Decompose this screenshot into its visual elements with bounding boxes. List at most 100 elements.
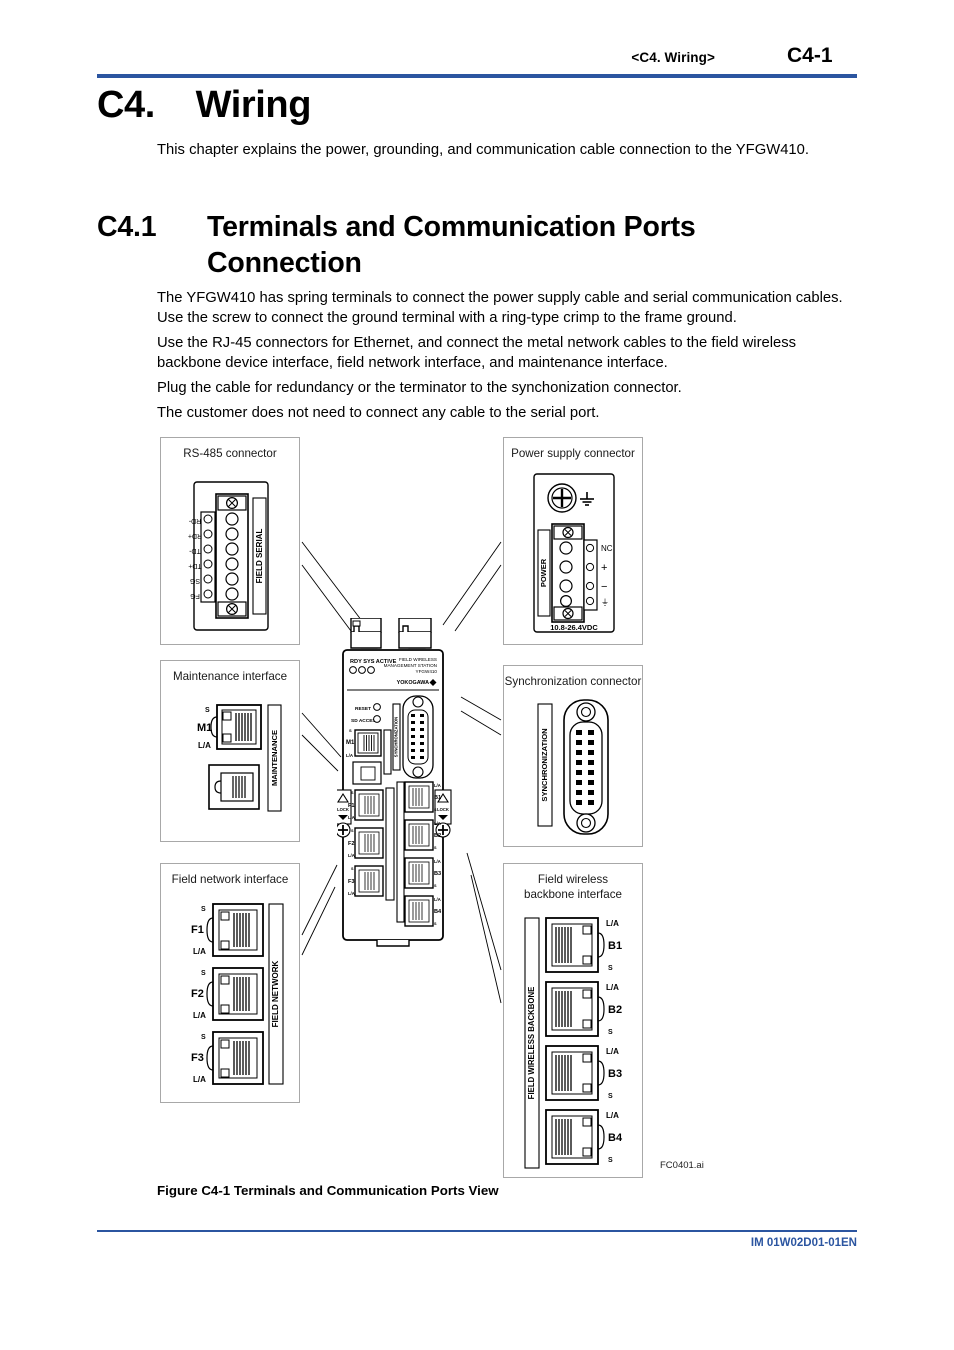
device-m1-led-la: L/A bbox=[346, 753, 354, 758]
rs485-terminal-5: FG bbox=[190, 592, 200, 599]
callout-backbone-label: Field wireless backbone interface bbox=[504, 873, 642, 903]
backbone-b2-led-la: L/A bbox=[606, 983, 619, 992]
device-b4-led-la: L/A bbox=[434, 897, 441, 902]
fieldnet-f1-name: F1 bbox=[191, 924, 204, 936]
callout-power-label: Power supply connector bbox=[511, 447, 635, 460]
device-b3-led-la: L/A bbox=[434, 859, 441, 864]
backbone-b3-led-la: L/A bbox=[606, 1047, 619, 1056]
device-b1-led-la: L/A bbox=[434, 783, 441, 788]
yfgw410-device-drawing: RDY SYS ACTIVE FIELD WIRELESS MANAGEMENT… bbox=[337, 618, 452, 947]
fieldnet-f3-name: F3 bbox=[191, 1052, 204, 1064]
device-f3-name: F3 bbox=[348, 879, 355, 885]
rs485-side-label: FIELD SERIAL bbox=[255, 529, 264, 584]
maintenance-led-la: L/A bbox=[198, 741, 211, 750]
rs485-terminal-4: SG bbox=[190, 577, 200, 584]
rj45-plug-outline bbox=[208, 764, 260, 810]
device-b1-name: B1 bbox=[434, 795, 441, 801]
fieldnet-f3-led-la: L/A bbox=[193, 1075, 206, 1084]
device-b2-led-la: L/A bbox=[434, 821, 441, 826]
callout-backbone-interface: Field wireless backbone interface FIELD … bbox=[503, 863, 643, 1178]
callout-maintenance-label: Maintenance interface bbox=[172, 670, 288, 683]
rj45-port-m1 bbox=[210, 704, 262, 750]
fieldnet-f2-led-la: L/A bbox=[193, 1011, 206, 1020]
device-m1-name: M1 bbox=[346, 740, 355, 746]
callout-field-network-interface: Field network interface S F1 L/A S F2 L/… bbox=[160, 863, 300, 1103]
power-side-label: POWER bbox=[539, 558, 548, 587]
footer-document-number: IM 01W02D01-01EN bbox=[750, 1237, 857, 1249]
backbone-interface-drawing: FIELD WIRELESS BACKBONE L/A B1 S L/A B2 … bbox=[524, 917, 623, 1169]
backbone-b2-led-s: S bbox=[608, 1029, 613, 1036]
device-f2-name: F2 bbox=[348, 841, 355, 847]
footer-divider-rule bbox=[97, 1230, 857, 1232]
rs485-terminal-3: TD+ bbox=[188, 562, 201, 569]
body-paragraph-4: The customer does not need to connect an… bbox=[157, 405, 600, 421]
backbone-b1-led-la: L/A bbox=[606, 919, 619, 928]
fieldnet-f3-led-s: S bbox=[201, 1034, 206, 1041]
device-f2-led-la: L/A bbox=[348, 853, 355, 858]
body-paragraph-3: Plug the cable for redundancy or the ter… bbox=[157, 380, 682, 396]
callout-synchronization-connector: Synchronization connector SYNCHRONIZATIO… bbox=[503, 665, 643, 847]
device-product-model: YFGW410 bbox=[416, 669, 438, 674]
power-voltage-rating: 10.8-26.4VDC bbox=[550, 623, 598, 632]
fieldnet-f2-name: F2 bbox=[191, 988, 204, 1000]
maintenance-led-s: S bbox=[205, 707, 210, 714]
backbone-b1-name: B1 bbox=[608, 940, 622, 952]
device-lock-label-right: LOCK bbox=[437, 807, 449, 812]
device-front-view: RDY SYS ACTIVE FIELD WIRELESS MANAGEMENT… bbox=[337, 618, 467, 948]
power-terminal-2: − bbox=[601, 581, 607, 593]
backbone-b1-led-s: S bbox=[608, 965, 613, 972]
page-header: <C4. Wiring> C4-1 bbox=[97, 44, 857, 68]
backbone-b4-name: B4 bbox=[608, 1132, 623, 1144]
device-sync-label: SYNCHRONIZATION bbox=[394, 717, 399, 757]
sync-side-label: SYNCHRONIZATION bbox=[540, 728, 549, 801]
device-b3-name: B3 bbox=[434, 871, 441, 877]
device-b2-name: B2 bbox=[434, 833, 441, 839]
device-m1-led-s: S bbox=[349, 728, 352, 733]
power-terminal-1: + bbox=[601, 562, 607, 574]
maintenance-port-name: M1 bbox=[197, 722, 212, 734]
callout-rs485-label: RS-485 connector bbox=[183, 447, 277, 460]
rj45-port-b2 bbox=[545, 981, 605, 1037]
callout-sync-label: Synchronization connector bbox=[504, 675, 642, 688]
body-paragraph-2: Use the RJ-45 connectors for Ethernet, a… bbox=[157, 335, 797, 372]
rj45-port-f2 bbox=[206, 967, 264, 1021]
figure-caption: Figure C4-1 Terminals and Communication … bbox=[157, 1183, 499, 1198]
device-brand-logo: YOKOGAWA bbox=[397, 680, 429, 686]
chapter-intro-text: This chapter explains the power, groundi… bbox=[157, 142, 809, 158]
header-divider-rule bbox=[97, 74, 857, 78]
callout-maintenance-interface: Maintenance interface S M1 L/A MAINTENAN… bbox=[160, 660, 300, 842]
rs485-connector-drawing: RD- RD+ TD- TD+ SG FG FIELD SERIAL bbox=[188, 481, 269, 631]
fieldnet-f1-led-la: L/A bbox=[193, 947, 206, 956]
power-terminal-3: ⏚ bbox=[601, 598, 609, 607]
chapter-title: C4. Wiring bbox=[97, 84, 312, 126]
callout-rs485-connector: RS-485 connector RD- RD+ TD- TD+ SG FG F… bbox=[160, 437, 300, 645]
header-page-number: C4-1 bbox=[787, 44, 833, 67]
d-sub-connector bbox=[563, 699, 609, 835]
backbone-b3-name: B3 bbox=[608, 1068, 622, 1080]
callout-power-supply-connector: Power supply connector NC + − ⏚ POWER 10… bbox=[503, 437, 643, 645]
rj45-port-b1 bbox=[545, 917, 605, 973]
fieldnet-side-label: FIELD NETWORK bbox=[271, 960, 280, 1027]
rj45-port-f3 bbox=[206, 1031, 264, 1085]
device-status-leds bbox=[349, 666, 375, 674]
section-title-text: Terminals and Communication Ports Connec… bbox=[207, 211, 696, 279]
fieldnet-f1-led-s: S bbox=[201, 906, 206, 913]
field-network-drawing: S F1 L/A S F2 L/A S F3 L/A FIELD NETWORK bbox=[191, 903, 284, 1085]
header-chapter-ref: <C4. Wiring> bbox=[631, 50, 715, 65]
rj45-port-b3 bbox=[545, 1045, 605, 1101]
device-indicator-0: RESET bbox=[355, 706, 371, 712]
device-field-network-ports: S F1 L/A S F2 L/A S F3 L/A bbox=[348, 789, 384, 897]
rs485-terminal-1: RD+ bbox=[188, 532, 202, 539]
callout-fieldnet-label: Field network interface bbox=[171, 873, 289, 886]
sync-connector-drawing: SYNCHRONIZATION bbox=[537, 699, 609, 835]
fieldnet-f2-led-s: S bbox=[201, 970, 206, 977]
backbone-side-label: FIELD WIRELESS BACKBONE bbox=[527, 987, 536, 1100]
backbone-b4-led-la: L/A bbox=[606, 1111, 619, 1120]
power-connector-drawing: NC + − ⏚ POWER 10.8-26.4VDC bbox=[533, 473, 615, 633]
section-number: C4.1 bbox=[97, 211, 157, 243]
device-top-connectors bbox=[350, 618, 432, 649]
backbone-b4-led-s: S bbox=[608, 1157, 613, 1164]
device-f1-led-la: L/A bbox=[348, 815, 355, 820]
device-product-line1: FIELD WIRELESS bbox=[399, 657, 437, 662]
section-heading: C4.1 Terminals and Communication Ports Co… bbox=[97, 210, 857, 282]
